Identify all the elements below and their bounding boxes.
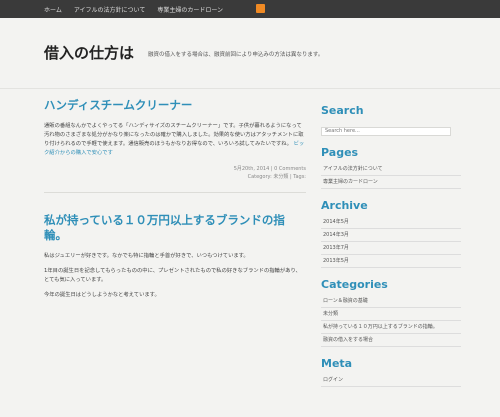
pages-item[interactable]: アイフルの法方針について [321, 163, 461, 176]
archive-item[interactable]: 2014年3月 [321, 229, 461, 242]
main-content: ハンディスチームクリーナー 通販の番組なんかでよくやってる「ハンディサイズのスチ… [44, 98, 306, 301]
sidebar: Search Pages アイフルの法方針について 専業主婦のカードローン Ar… [321, 104, 461, 397]
nav-card-loan[interactable]: 専業主婦のカードローン [157, 5, 223, 14]
post-body: 私はジュエリーが好きです。なかでも特に指輪と手首が好きで、いつもつけています。 … [44, 252, 306, 301]
archive-list: 2014年5月 2014年3月 2013年7月 2013年5月 [321, 216, 461, 268]
widget-title-meta: Meta [321, 356, 353, 370]
post-title[interactable]: ハンディスチームクリーナー [44, 98, 306, 114]
widget-title-search: Search [321, 104, 364, 117]
categories-item[interactable]: 未分類 [321, 308, 461, 321]
categories-item[interactable]: 私が持っている１０万円以上するブランドの指輪。 [321, 321, 461, 334]
post-meta: 5月20th, 2014 | 0 Comments Category: 未分類 … [44, 165, 306, 182]
archive-item[interactable]: 2013年7月 [321, 242, 461, 255]
post-paragraph: 私はジュエリーが好きです。なかでも特に指輪と手首が好きで、いつもつけています。 [44, 252, 249, 259]
archive-item[interactable]: 2013年5月 [321, 255, 461, 268]
search-input[interactable] [321, 126, 451, 136]
pages-list: アイフルの法方針について 専業主婦のカードローン [321, 163, 461, 189]
post-paragraph: 今年の誕生日はどうしようかなと考えています。 [44, 292, 160, 299]
post: ハンディスチームクリーナー 通販の番組なんかでよくやってる「ハンディサイズのスチ… [44, 98, 306, 182]
widget-title-categories: Categories [321, 277, 388, 291]
meta-list: ログイン [321, 374, 461, 387]
post: 私が持っている１０万円以上するブランドの指輪。 私はジュエリーが好きです。なかで… [44, 213, 306, 301]
post-category: Category: 未分類 | Tags: [247, 174, 306, 181]
meta-item[interactable]: ログイン [321, 374, 461, 387]
categories-item[interactable]: 融資の借入をする場合 [321, 334, 461, 347]
nav-home[interactable]: ホーム [44, 5, 62, 14]
site-header: 借入の仕方は 融資の借入をする場合は、融資前回により申込みの方法は異なります。 [0, 18, 500, 89]
post-title[interactable]: 私が持っている１０万円以上するブランドの指輪。 [44, 213, 306, 244]
post-paragraph: 1年目の誕生日を記念してもらったものの中に、プレゼントされたもので私の好きなブラ… [44, 267, 301, 284]
rss-icon[interactable] [256, 4, 265, 13]
site-tagline: 融資の借入をする場合は、融資前回により申込みの方法は異なります。 [148, 52, 324, 58]
nav-aiful[interactable]: アイフルの法方針について [74, 5, 146, 14]
post-body: 通販の番組なんかでよくやってる「ハンディサイズのスチームクリーナー」です。子供が… [44, 122, 306, 159]
pages-item[interactable]: 専業主婦のカードローン [321, 176, 461, 189]
post-text: 通販の番組なんかでよくやってる「ハンディサイズのスチームクリーナー」です。子供が… [44, 122, 304, 148]
top-navigation-bar: ホーム アイフルの法方針について 専業主婦のカードローン [0, 0, 500, 18]
archive-item[interactable]: 2014年5月 [321, 216, 461, 229]
categories-item[interactable]: ローン＆融資の基礎 [321, 295, 461, 308]
widget-title-pages: Pages [321, 145, 359, 159]
post-separator [44, 191, 306, 193]
post-date: 5月20th, 2014 | 0 Comments [233, 165, 306, 172]
widget-title-archive: Archive [321, 198, 368, 212]
site-title[interactable]: 借入の仕方は [44, 42, 134, 63]
top-nav: ホーム アイフルの法方針について 専業主婦のカードローン [44, 0, 223, 18]
categories-list: ローン＆融資の基礎 未分類 私が持っている１０万円以上するブランドの指輪。 融資… [321, 295, 461, 347]
